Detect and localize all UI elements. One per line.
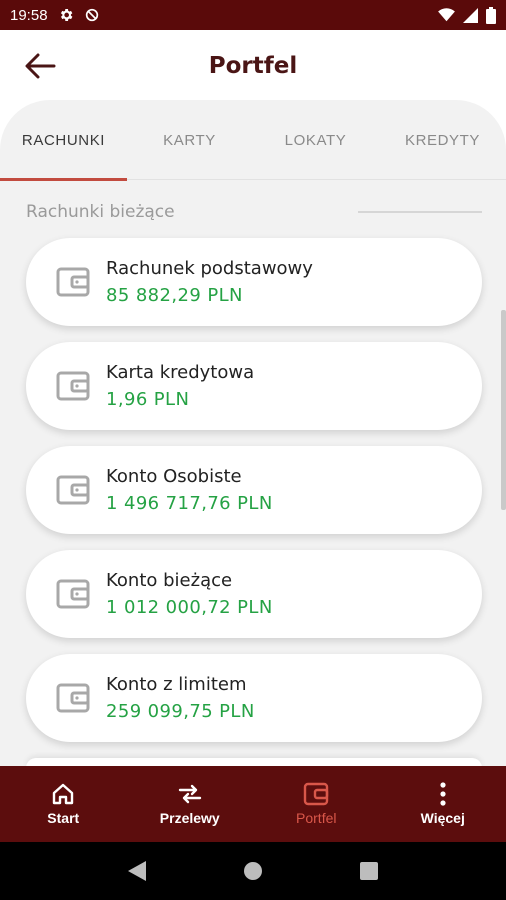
gear-icon: [58, 7, 74, 23]
wallet-icon: [56, 371, 90, 401]
account-balance: 85 882,29 PLN: [106, 285, 243, 306]
system-navigation-bar: [0, 842, 506, 900]
account-card[interactable]: Konto Osobiste 1 496 717,76 PLN: [26, 446, 482, 534]
account-name: Konto bieżące: [106, 570, 233, 591]
account-info: Konto z limitem 259 099,75 PLN: [106, 674, 255, 722]
section-title: Rachunki bieżące: [26, 202, 175, 222]
account-card[interactable]: Konto z limitem 259 099,75 PLN: [26, 654, 482, 742]
account-name: Konto Osobiste: [106, 466, 242, 487]
bottom-navigation: Start Przelewy Portfel Więcej: [0, 766, 506, 842]
system-back-button[interactable]: [128, 861, 147, 881]
account-balance: 1 496 717,76 PLN: [106, 493, 273, 514]
signal-icon: [463, 7, 478, 23]
tab-kredyty[interactable]: KREDYTY: [379, 100, 506, 180]
app-header: Portfel: [0, 30, 506, 102]
nav-przelewy[interactable]: Przelewy: [127, 766, 254, 842]
section-header: Rachunki bieżące: [26, 200, 482, 224]
account-balance: 1,96 PLN: [106, 389, 190, 410]
tab-bar: RACHUNKI KARTY LOKATY KREDYTY: [0, 100, 506, 181]
account-balance: 1 012 000,72 PLN: [106, 597, 273, 618]
account-card[interactable]: Rachunek podstawowy 85 882,29 PLN: [26, 238, 482, 326]
back-triangle-icon: [128, 861, 147, 881]
main-content: RACHUNKI KARTY LOKATY KREDYTY Rachunki b…: [0, 100, 506, 766]
status-bar: 19:58: [0, 0, 506, 30]
wallet-icon: [304, 782, 329, 806]
home-circle-icon: [243, 862, 262, 880]
wifi-icon: [438, 8, 455, 22]
nav-start-label: Start: [47, 810, 80, 826]
tab-karty[interactable]: KARTY: [127, 100, 252, 180]
account-card-partial[interactable]: [26, 758, 482, 766]
wallet-icon: [56, 579, 90, 609]
system-home-button[interactable]: [243, 861, 263, 881]
recents-square-icon: [359, 862, 378, 880]
account-balance: 259 099,75 PLN: [106, 701, 255, 722]
arrow-left-icon: [25, 53, 56, 79]
wallet-icon: [56, 475, 90, 505]
nav-portfel-label: Portfel: [296, 810, 337, 826]
account-card[interactable]: Konto bieżące 1 012 000,72 PLN: [26, 550, 482, 638]
back-button[interactable]: [20, 50, 60, 82]
nav-przelewy-label: Przelewy: [159, 810, 220, 826]
wallet-icon: [56, 267, 90, 297]
status-left: 19:58: [10, 7, 100, 24]
sync-disabled-icon: [84, 7, 100, 23]
tab-lokaty[interactable]: LOKATY: [252, 100, 379, 180]
account-info: Karta kredytowa 1,96 PLN: [106, 362, 254, 410]
tab-rachunki[interactable]: RACHUNKI: [0, 100, 127, 181]
status-right: [438, 6, 496, 24]
transfer-arrows-icon: [178, 784, 201, 804]
account-name: Konto z limitem: [106, 674, 247, 695]
nav-start[interactable]: Start: [0, 766, 127, 842]
account-name: Rachunek podstawowy: [106, 258, 313, 279]
account-info: Konto bieżące 1 012 000,72 PLN: [106, 570, 273, 618]
wallet-icon: [56, 683, 90, 713]
page-title: Portfel: [208, 53, 298, 79]
more-vertical-icon: [440, 782, 446, 806]
account-name: Karta kredytowa: [106, 362, 255, 383]
battery-icon: [486, 6, 496, 24]
section-divider: [358, 211, 482, 213]
account-info: Rachunek podstawowy 85 882,29 PLN: [106, 258, 313, 306]
status-time: 19:58: [10, 6, 48, 24]
nav-wiecej-label: Więcej: [420, 810, 465, 826]
account-card[interactable]: Karta kredytowa 1,96 PLN: [26, 342, 482, 430]
nav-portfel[interactable]: Portfel: [253, 766, 380, 842]
account-info: Konto Osobiste 1 496 717,76 PLN: [106, 466, 273, 514]
system-recents-button[interactable]: [359, 862, 378, 880]
scrollbar-thumb[interactable]: [501, 310, 506, 510]
home-icon: [53, 783, 74, 805]
nav-wiecej[interactable]: Więcej: [380, 766, 506, 842]
